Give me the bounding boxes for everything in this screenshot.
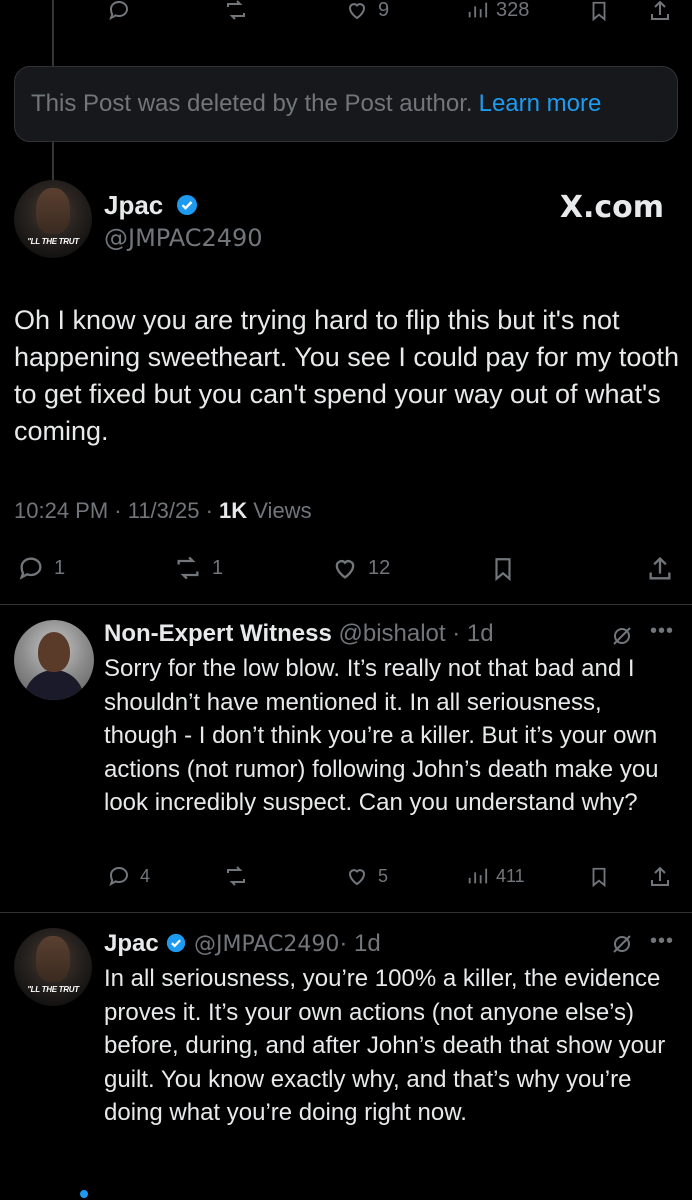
reply1-repost-button[interactable] xyxy=(222,864,250,888)
reply2-text: In all seriousness, you’re 100% a killer… xyxy=(104,965,666,1126)
heart-icon xyxy=(335,560,355,579)
top-reply-button[interactable] xyxy=(106,0,132,22)
author-handle[interactable]: @JMPAC2490 xyxy=(104,224,263,252)
top-like-count: 9 xyxy=(378,0,390,21)
top-like-button[interactable]: 9 xyxy=(344,0,389,22)
reply1-bookmark-button[interactable] xyxy=(588,864,610,890)
post-text: Oh I know you are trying hard to flip th… xyxy=(14,305,679,446)
share-icon xyxy=(651,0,669,20)
avatar-face xyxy=(38,632,70,672)
brand-watermark: X.com xyxy=(559,190,664,225)
deleted-post-notice: This Post was deleted by the Post author… xyxy=(14,66,678,142)
repost-icon xyxy=(227,0,245,20)
share-icon xyxy=(649,556,671,580)
reply1-reply-button[interactable]: 4 xyxy=(106,864,150,888)
post-meta: 10:24 PM · 11/3/25 · 1K Views xyxy=(14,498,312,524)
verified-badge-icon xyxy=(167,933,186,952)
views-icon xyxy=(468,2,488,18)
grok-icon[interactable] xyxy=(610,932,634,956)
divider xyxy=(0,604,692,605)
top-views-button[interactable]: 328 xyxy=(466,0,529,22)
main-actions: 1 1 12 xyxy=(0,554,692,584)
heart-icon xyxy=(348,869,366,886)
reply1-views-count: 411 xyxy=(496,865,525,886)
post-views-label: Views xyxy=(247,498,312,523)
reply1-like-button[interactable]: 5 xyxy=(344,864,388,888)
share-icon xyxy=(651,866,669,886)
home-indicator-dot xyxy=(80,1190,88,1198)
reply2-author-handle[interactable]: @JMPAC2490 xyxy=(194,932,339,957)
top-share-button[interactable] xyxy=(648,0,672,24)
main-repost-count: 1 xyxy=(212,556,224,579)
reply1-age: · 1d xyxy=(452,620,494,647)
main-author[interactable]: Jpac xyxy=(104,190,199,221)
avatar-caption: "LL THE TRUT xyxy=(27,985,79,994)
bookmark-icon xyxy=(495,558,511,582)
main-like-count: 12 xyxy=(368,556,391,579)
reply1-views-button[interactable]: 411 xyxy=(466,864,525,888)
main-like-button[interactable]: 12 xyxy=(330,554,390,582)
reply2-age: · 1d xyxy=(339,930,381,957)
post-views-count: 1K xyxy=(219,498,248,523)
bottom-nav-edge xyxy=(0,1188,692,1200)
views-icon xyxy=(468,868,488,884)
top-views-count: 328 xyxy=(496,0,530,21)
top-bookmark-button[interactable] xyxy=(588,0,610,24)
reply-icon xyxy=(19,557,42,580)
reply1-actions: 4 5 411 xyxy=(0,864,692,892)
author-name: Jpac xyxy=(104,190,164,220)
avatar-caption: "LL THE TRUT xyxy=(27,237,79,246)
reply1-text: Sorry for the low blow. It’s really not … xyxy=(104,655,659,816)
bookmark-icon xyxy=(592,1,606,22)
grok-icon[interactable] xyxy=(610,624,634,648)
avatar[interactable]: "LL THE TRUT xyxy=(14,180,92,258)
avatar[interactable] xyxy=(14,620,94,700)
verified-badge-icon xyxy=(176,195,197,216)
top-actions: 9 328 xyxy=(0,0,692,28)
divider xyxy=(0,912,692,913)
learn-more-link[interactable]: Learn more xyxy=(479,90,602,118)
post-timestamp[interactable]: 10:24 PM · 11/3/25 · xyxy=(14,498,219,523)
main-reply-count: 1 xyxy=(54,556,66,579)
avatar[interactable]: "LL THE TRUT xyxy=(14,928,92,1006)
repost-icon xyxy=(227,866,245,886)
reply1-share-button[interactable] xyxy=(648,864,672,890)
repost-icon xyxy=(177,556,199,580)
main-repost-button[interactable]: 1 xyxy=(172,554,223,582)
reply-icon xyxy=(109,866,129,887)
avatar-face xyxy=(36,936,70,982)
deleted-post-text: This Post was deleted by the Post author… xyxy=(31,90,473,117)
bookmark-icon xyxy=(592,867,606,888)
reply1-reply-count: 4 xyxy=(140,865,151,886)
main-share-button[interactable] xyxy=(646,554,674,584)
more-options-icon[interactable]: ••• xyxy=(650,620,674,643)
reply1-like-count: 5 xyxy=(378,865,389,886)
heart-icon xyxy=(348,3,366,20)
more-options-icon[interactable]: ••• xyxy=(650,930,674,953)
reply-icon xyxy=(109,0,129,21)
reply1-author-name[interactable]: Non-Expert Witness xyxy=(104,620,332,647)
top-repost-button[interactable] xyxy=(222,0,250,22)
reply2-author-name[interactable]: Jpac xyxy=(104,930,159,957)
reply1-header: Non-Expert Witness @bishalot · 1d xyxy=(104,620,494,648)
avatar-face xyxy=(36,188,70,234)
thread-line-mid xyxy=(52,142,54,182)
reply2-header: Jpac @JMPAC2490· 1d xyxy=(104,930,381,958)
avatar-suit xyxy=(24,670,84,700)
main-reply-button[interactable]: 1 xyxy=(16,554,65,582)
reply1-author-handle[interactable]: @bishalot xyxy=(338,620,445,647)
main-bookmark-button[interactable] xyxy=(490,554,516,584)
